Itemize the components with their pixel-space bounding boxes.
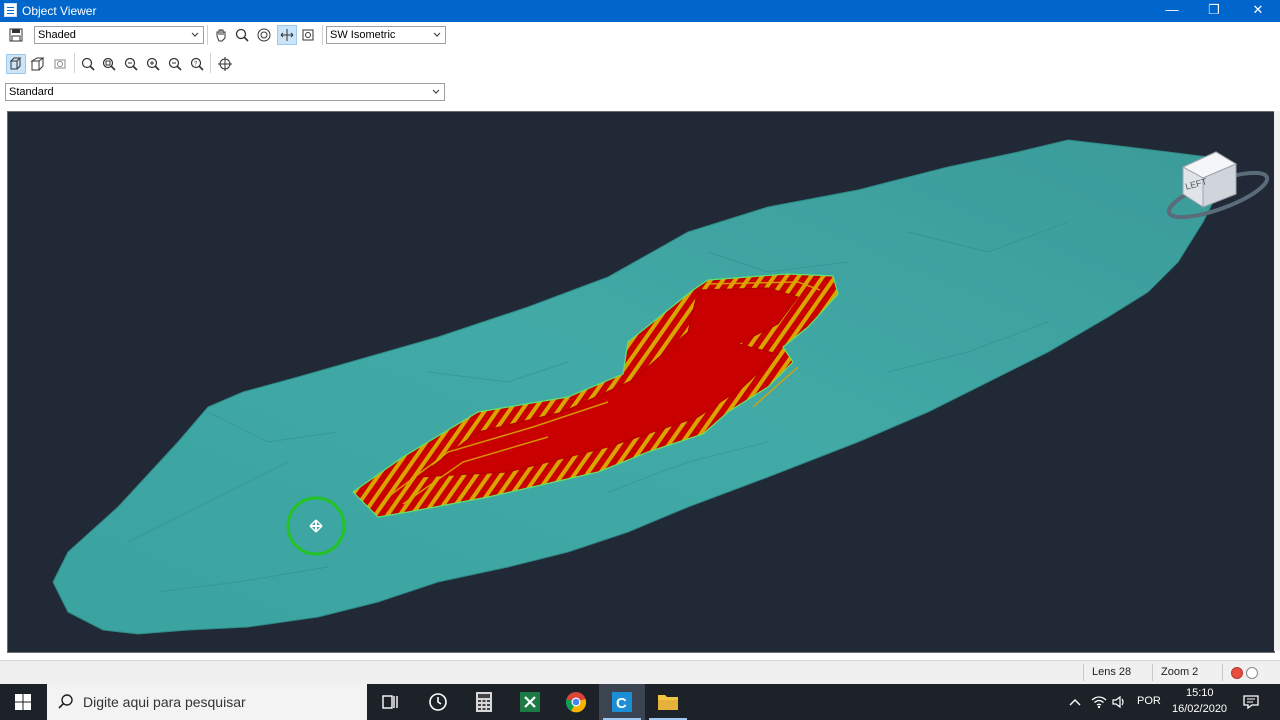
close-button[interactable]: ✕ [1236, 0, 1280, 22]
taskbar-chrome[interactable] [553, 684, 599, 720]
pan-button[interactable] [212, 26, 230, 44]
status-divider [1083, 664, 1084, 681]
hand-icon [216, 29, 226, 42]
zoom-window-button[interactable] [100, 55, 118, 73]
folder-icon [658, 695, 678, 710]
search-icon [58, 694, 73, 709]
toolbar-separator [207, 25, 208, 45]
speaker-icon [1112, 695, 1124, 709]
windows-icon [15, 694, 31, 710]
app-icon [4, 3, 17, 17]
continuous-orbit-button[interactable] [299, 26, 317, 44]
center-view-button[interactable] [216, 55, 234, 73]
white-light-icon[interactable] [1246, 667, 1258, 679]
chevron-down-icon [191, 32, 199, 37]
orbit-button[interactable] [255, 26, 273, 44]
chevron-down-icon [433, 32, 441, 37]
tray-overflow-button[interactable] [1058, 684, 1092, 720]
free-orbit-button[interactable] [277, 25, 297, 45]
magnifier-icon [235, 28, 249, 42]
zoom-window-icon [102, 57, 116, 71]
named-view-value: Standard [9, 86, 54, 98]
restore-button[interactable]: ❐ [1192, 0, 1236, 22]
window-title: Object Viewer [22, 4, 97, 18]
taskbar: Digite aqui para pesquisar C POR 15:10 1… [0, 684, 1280, 720]
terrain-model: LEFT [52, 139, 1270, 635]
wifi-icon [1091, 696, 1107, 709]
parallel-view-button[interactable] [6, 54, 26, 74]
status-lights[interactable] [1230, 666, 1260, 680]
calculator-icon [476, 692, 492, 712]
network-button[interactable] [1088, 684, 1110, 720]
chevron-down-icon [432, 89, 440, 94]
start-button[interactable] [0, 684, 46, 720]
red-light-icon[interactable] [1231, 667, 1243, 679]
zoom-extents-icon [81, 57, 95, 71]
search-placeholder: Digite aqui para pesquisar [83, 694, 246, 710]
notification-icon [1243, 695, 1259, 710]
zoom-in-button[interactable] [144, 55, 162, 73]
clock-date[interactable]: 16/02/2020 [1172, 703, 1227, 715]
save-button[interactable] [7, 26, 25, 44]
taskbar-civil3d[interactable]: C [599, 684, 645, 720]
taskbar-search[interactable]: Digite aqui para pesquisar [47, 684, 367, 720]
taskbar-clock-app[interactable] [415, 684, 461, 720]
lens-readout: Lens 28 [1092, 666, 1132, 678]
visual-style-select[interactable]: Shaded [34, 26, 204, 44]
svg-text:C: C [616, 695, 627, 712]
title-bar: Object Viewer — ❐ ✕ [0, 0, 1280, 22]
zoom-previous-icon [124, 57, 138, 71]
zoom-readout: Zoom 2 [1161, 666, 1199, 678]
status-divider [1152, 664, 1153, 681]
zoom-all-icon: ? [190, 57, 204, 71]
view-value: SW Isometric [330, 29, 396, 41]
zoom-out-button[interactable] [166, 55, 184, 73]
task-view-icon [382, 695, 398, 709]
view-select[interactable]: SW Isometric [326, 26, 446, 44]
zoom-previous-button[interactable] [122, 55, 140, 73]
excel-icon [520, 692, 540, 712]
clock-time[interactable]: 15:10 [1186, 687, 1214, 699]
zoom-all-button[interactable]: ? [188, 55, 206, 73]
volume-button[interactable] [1108, 684, 1130, 720]
3d-viewport[interactable]: LEFT [7, 111, 1275, 653]
status-bar: Lens 28 Zoom 2 [0, 660, 1280, 685]
taskbar-excel[interactable] [507, 684, 553, 720]
language-indicator[interactable]: POR [1137, 695, 1161, 707]
taskbar-calculator[interactable] [461, 684, 507, 720]
task-view-button[interactable] [367, 684, 413, 720]
visual-style-value: Shaded [38, 29, 76, 41]
crosshair-icon [218, 57, 232, 71]
alarm-clock-icon [429, 693, 447, 711]
vertical-scrollbar[interactable] [1274, 111, 1280, 651]
save-icon [9, 28, 23, 42]
zoom-extents-button[interactable] [79, 55, 97, 73]
box-icon [9, 57, 22, 70]
status-divider [1222, 664, 1223, 681]
toolbar-area: Shaded SW Isometric ? Standard [0, 22, 1280, 110]
chrome-icon [565, 692, 587, 713]
free-orbit-icon [280, 29, 294, 41]
camera-icon [54, 59, 66, 69]
toolbar-separator [210, 53, 211, 73]
zoom-out-icon [168, 57, 182, 71]
named-view-select[interactable]: Standard [5, 83, 445, 101]
continuous-orbit-icon [302, 29, 314, 41]
perspective-box-icon [30, 57, 45, 71]
zoom-in-icon [146, 57, 160, 71]
toolbar-separator [322, 25, 323, 45]
orbit-icon [257, 28, 271, 42]
perspective-view-button[interactable] [29, 55, 47, 73]
minimize-button[interactable]: — [1150, 0, 1194, 22]
toolbar-separator [74, 53, 75, 73]
svg-text:?: ? [194, 62, 198, 68]
action-center-button[interactable] [1234, 684, 1268, 720]
civil3d-icon: C [612, 692, 632, 712]
chevron-up-icon [1069, 699, 1081, 706]
zoom-realtime-button[interactable] [233, 26, 251, 44]
taskbar-file-explorer[interactable] [645, 684, 691, 720]
view-settings-button[interactable] [51, 55, 69, 73]
